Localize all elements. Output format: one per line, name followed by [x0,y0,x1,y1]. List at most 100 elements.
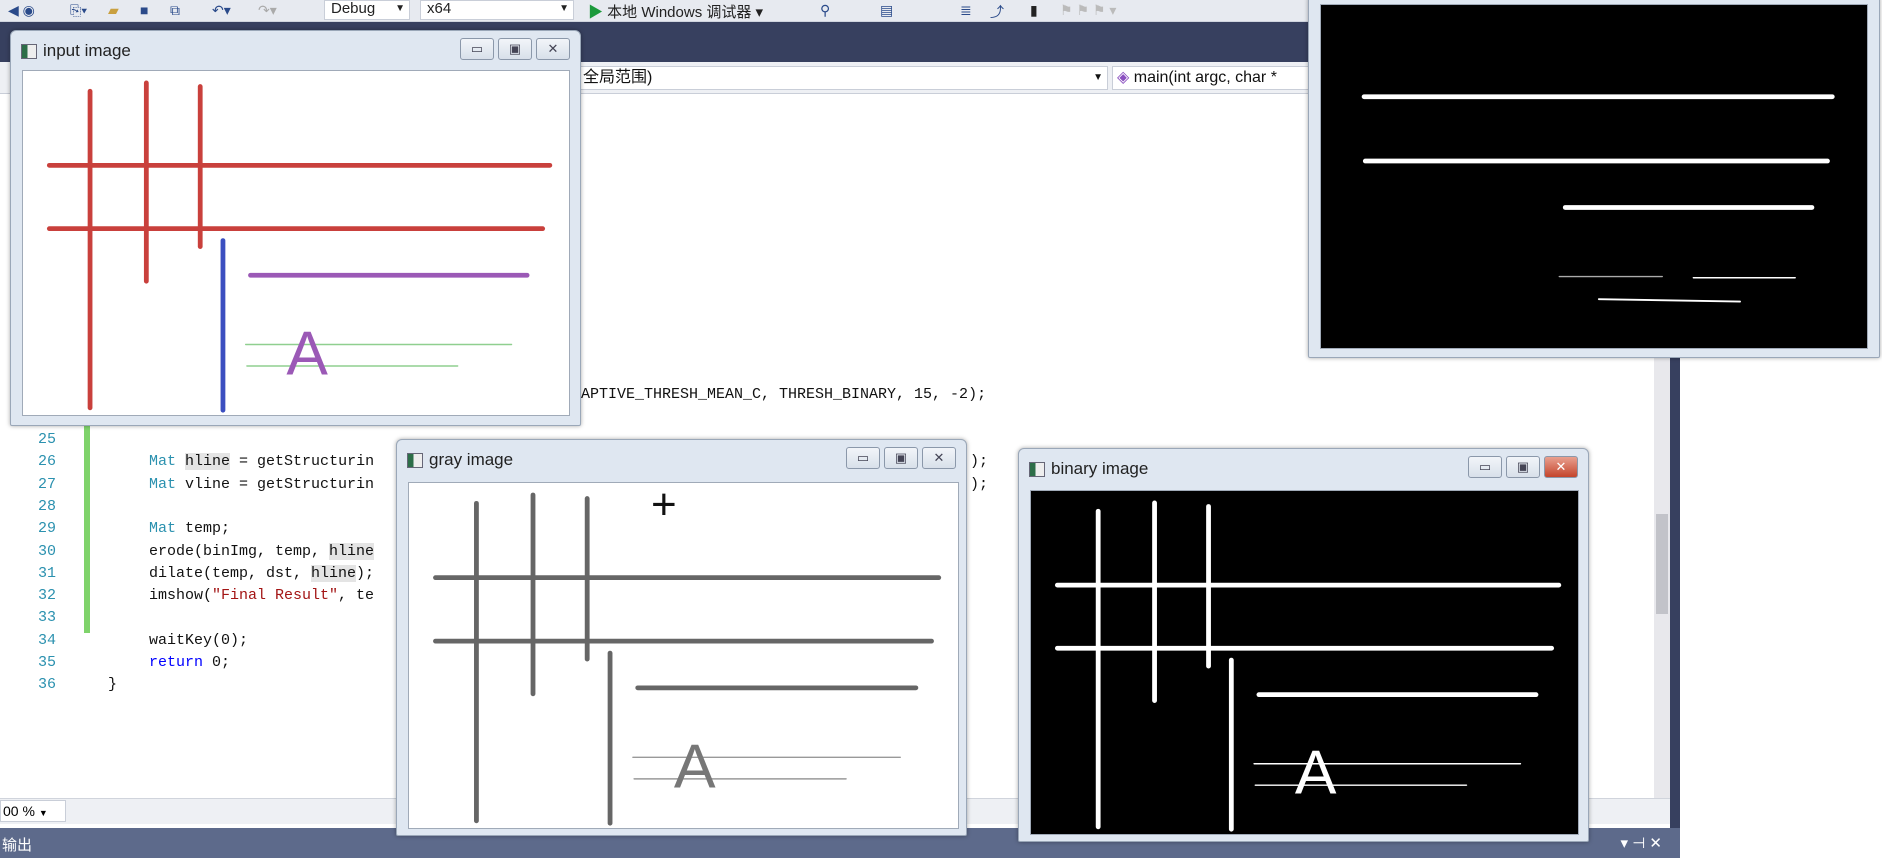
chevron-down-icon: ▼ [1093,72,1103,83]
save-icon[interactable]: ■ [140,2,148,20]
code-line: Mat temp; [149,520,230,537]
code-line: return 0; [149,654,230,671]
close-button[interactable]: ✕ [922,447,956,469]
window-app-icon [407,452,423,468]
input-image-window[interactable]: input image ▭ ▣ ✕ A [10,30,581,426]
window-border [1670,358,1680,858]
code-line: imshow("Final Result", te [149,587,374,604]
code-line-24-tail: APTIVE_THRESH_MEAN_C, THRESH_BINARY, 15,… [581,386,987,403]
code-token: hline [311,564,357,582]
line-number: 32 [37,587,56,605]
platform-dropdown[interactable]: x64 ▼ [420,0,574,20]
maximize-button[interactable]: ▣ [884,447,918,469]
binary-image-canvas: A [1030,490,1579,835]
code-token: 0; [203,654,231,671]
maximize-button[interactable]: ▣ [498,38,532,60]
code-token: hline [185,453,231,471]
new-file-icon[interactable]: ⎘▾ [70,2,87,20]
line-number: 34 [37,631,56,649]
binary-image-window[interactable]: binary image ▭ ▣ ✕ A [1018,448,1589,842]
start-debugging-button[interactable]: ▶ 本地 Windows 调试器 ▾ [588,1,763,22]
find-icon[interactable]: ⚲ [820,2,830,20]
window-app-icon [1029,461,1045,477]
chevron-down-icon: ▼ [38,808,48,818]
bookmark-icon[interactable]: ▮ [1030,2,1038,20]
code-token: Mat [149,453,177,471]
toolbar: ◀ ◉ ⎘▾ ▰ ■ ⧉ ↶▾ ↷▾ Debug ▼ x64 ▼ ▶ 本地 Wind… [0,0,1310,22]
crosshair-cursor: + [651,480,677,529]
thin-line [1597,298,1741,303]
gray-image-canvas: A + [408,482,959,829]
code-line: Mat hline = getStructurin [149,453,375,471]
minimize-button[interactable]: ▭ [460,38,494,60]
function-dropdown[interactable]: ◈ main(int argc, char * [1112,66,1312,90]
window-title: gray image [429,450,514,469]
comment-icon[interactable]: ≣ [960,2,972,20]
letter-glyph: A [286,319,328,388]
open-folder-icon[interactable]: ▰ [108,2,119,20]
minimize-button[interactable]: ▭ [1468,456,1502,478]
window-app-icon [21,43,37,59]
code-token: imshow( [149,587,213,605]
change-indicator [84,425,90,633]
line-number: 30 [37,542,56,560]
line-number: 35 [37,654,56,671]
close-button[interactable]: ✕ [1544,456,1578,478]
panel-controls[interactable]: ▾ ⊣ ✕ [1621,834,1663,852]
letter-glyph: A [674,731,716,801]
input-image: A [46,80,553,413]
gray-image-window[interactable]: gray image ▭ ▣ ✕ A + [396,439,967,836]
code-line: } [108,676,117,693]
code-line-tail: ); [970,475,989,493]
code-token: erode(binImg, temp, [149,542,330,560]
chevron-down-icon: ▼ [395,3,405,14]
scope-dropdown[interactable]: 全局范围) ▼ [578,66,1108,90]
code-token: temp; [176,520,231,538]
final-result-image [1361,94,1835,303]
code-token: return [149,654,204,671]
code-token: waitKey(0); [149,631,249,649]
configuration-dropdown[interactable]: Debug ▼ [324,0,410,20]
code-token: ); [356,564,375,582]
close-button[interactable]: ✕ [536,38,570,60]
line-number: 27 [37,475,56,493]
code-token: hline [329,542,375,560]
code-line: dilate(temp, dst, hline); [149,564,375,582]
code-token: Mat [149,520,177,538]
window-icon[interactable]: ▤ [880,2,893,20]
desktop-area [1680,358,1882,858]
method-icon: ◈ [1117,69,1134,86]
maximize-button[interactable]: ▣ [1506,456,1540,478]
line-number: 26 [37,453,56,471]
save-all-icon[interactable]: ⧉ [170,2,180,20]
redo-icon[interactable]: ↷▾ [258,2,277,20]
bookmark-nav-icon[interactable]: ⚑ ⚑ ⚑ ▾ [1060,2,1116,20]
back-icon[interactable]: ◀ ◉ [8,2,35,20]
final-result-canvas [1320,4,1868,349]
undo-icon[interactable]: ↶▾ [212,2,231,20]
code-token: dilate(temp, dst, [149,564,312,582]
binary-image: A [1054,500,1562,832]
line-number: 25 [37,431,56,448]
letter-glyph: A [1295,739,1337,808]
line-number: 36 [37,676,56,694]
code-line: erode(binImg, temp, hline [149,542,375,560]
uncomment-icon[interactable]: ⤴ [990,2,1004,20]
play-icon: ▶ [588,4,608,21]
window-title: input image [43,41,131,60]
line-number: 29 [37,520,56,538]
minimize-button[interactable]: ▭ [846,447,880,469]
output-panel-title: 输出 [2,837,33,854]
final-result-window[interactable] [1308,0,1880,358]
line-number: 31 [37,564,56,582]
line-number: 33 [37,609,56,627]
code-token: vline = getStructurin [176,475,375,493]
zoom-dropdown[interactable]: 00 % ▼ [0,800,66,822]
gray-image: A [433,492,942,826]
code-token: = getStructurin [230,453,375,471]
code-token: "Final Result" [212,587,339,605]
code-line-tail: ); [970,453,989,471]
code-line: Mat vline = getStructurin [149,476,374,493]
code-line: waitKey(0); [149,632,248,649]
